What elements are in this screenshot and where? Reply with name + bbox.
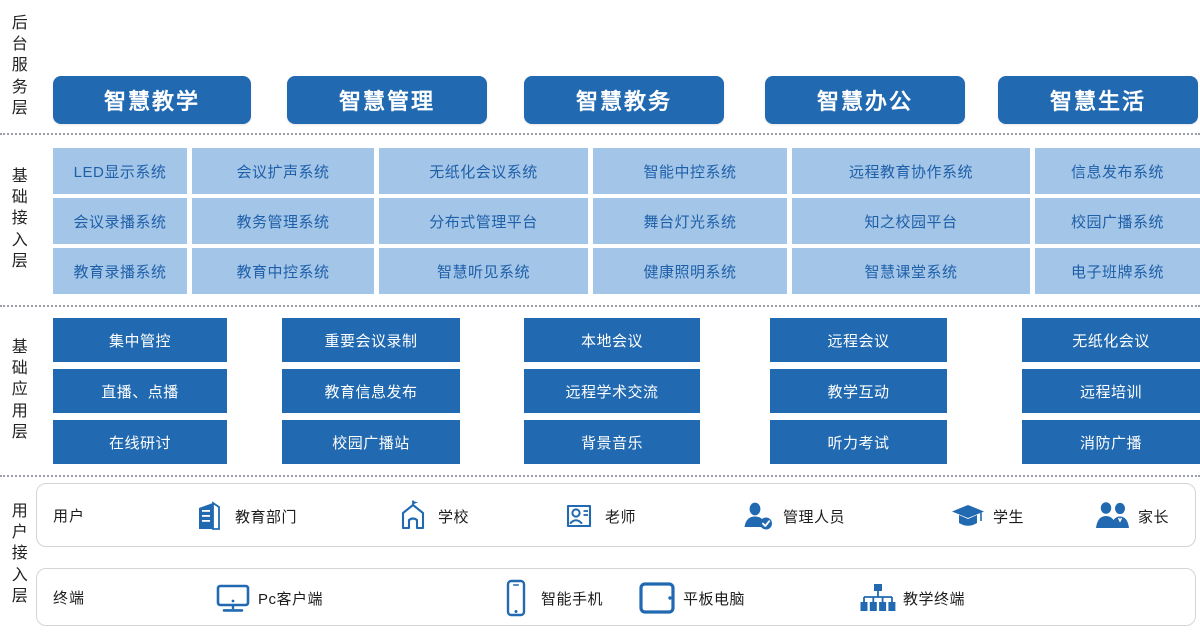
user-item[interactable]: 老师 — [559, 494, 636, 538]
basic-access-cell[interactable]: 知之校园平台 — [792, 198, 1030, 244]
basic-access-cell[interactable]: 舞台灯光系统 — [593, 198, 787, 244]
terminal-item-label: 平板电脑 — [683, 590, 746, 608]
admin-person-icon — [737, 496, 779, 536]
user-item[interactable]: 学生 — [947, 494, 1024, 538]
layer-label-char: 基 — [11, 168, 29, 186]
layer-label-char: 服 — [11, 57, 29, 75]
smartphone-icon — [495, 578, 537, 618]
backend-service-pill[interactable]: 智慧教学 — [53, 76, 251, 124]
users-panel: 用户 教育部门 学校 老师 管理人员 学生 家长 — [36, 483, 1196, 547]
building-icon — [189, 496, 231, 536]
basic-application-cell[interactable]: 在线研讨 — [53, 420, 227, 464]
user-item-label: 老师 — [605, 508, 637, 526]
basic-application-cell[interactable]: 听力考试 — [770, 420, 947, 464]
parents-icon — [1092, 496, 1134, 536]
terminal-item-label: Pc客户端 — [258, 590, 324, 608]
user-item-label: 管理人员 — [783, 508, 846, 526]
user-item[interactable]: 教育部门 — [189, 494, 297, 538]
layer-label-char: 应 — [11, 381, 29, 399]
layer-label-char: 用 — [11, 402, 29, 420]
basic-access-cell[interactable]: 校园广播系统 — [1035, 198, 1200, 244]
basic-access-cell[interactable]: 健康照明系统 — [593, 248, 787, 294]
user-item[interactable]: 家长 — [1092, 494, 1169, 538]
layer-label-char: 接 — [11, 210, 29, 228]
users-panel-title: 用户 — [53, 507, 86, 525]
basic-access-cell[interactable]: 教务管理系统 — [192, 198, 374, 244]
layer-label-basic-access: 基础接入层 — [0, 134, 40, 304]
basic-access-cell[interactable]: 智慧课堂系统 — [792, 248, 1030, 294]
layer-label-char: 户 — [11, 524, 29, 542]
user-item-label: 教育部门 — [235, 508, 298, 526]
desktop-monitor-icon — [212, 578, 254, 618]
layer-label-user-access: 用户接入层 — [0, 476, 40, 632]
basic-access-cell[interactable]: 无纸化会议系统 — [379, 148, 588, 194]
basic-application-cell[interactable]: 远程学术交流 — [524, 369, 700, 413]
terminal-item[interactable]: 平板电脑 — [637, 576, 745, 620]
terminal-item[interactable]: 智能手机 — [495, 576, 603, 620]
divider-application-user — [0, 475, 1200, 477]
terminal-item-label: 智能手机 — [541, 590, 604, 608]
basic-application-cell[interactable]: 直播、点播 — [53, 369, 227, 413]
user-item-label: 学生 — [993, 508, 1025, 526]
backend-service-pill[interactable]: 智慧教务 — [524, 76, 724, 124]
terminal-item-label: 教学终端 — [903, 590, 966, 608]
basic-application-cell[interactable]: 教学互动 — [770, 369, 947, 413]
basic-application-cell[interactable]: 消防广播 — [1022, 420, 1200, 464]
basic-application-cell[interactable]: 远程会议 — [770, 318, 947, 362]
basic-access-cell[interactable]: 电子班牌系统 — [1035, 248, 1200, 294]
terminals-panel: 终端 Pc客户端 智能手机 平板电脑 教学终端 — [36, 568, 1196, 626]
layer-label-char: 础 — [11, 360, 29, 378]
layer-label-char: 用 — [11, 503, 29, 521]
basic-access-cell[interactable]: 智慧听见系统 — [379, 248, 588, 294]
layer-label-char: 入 — [11, 566, 29, 584]
basic-application-cell[interactable]: 集中管控 — [53, 318, 227, 362]
basic-access-cell[interactable]: 远程教育协作系统 — [792, 148, 1030, 194]
layer-label-char: 后 — [11, 15, 29, 33]
backend-service-row: 智慧教学 智慧管理 智慧教务 智慧办公 智慧生活 — [0, 76, 1200, 124]
graduation-cap-icon — [947, 496, 989, 536]
basic-application-cell[interactable]: 本地会议 — [524, 318, 700, 362]
backend-service-pill[interactable]: 智慧生活 — [998, 76, 1198, 124]
school-icon — [392, 496, 434, 536]
layer-label-char: 基 — [11, 339, 29, 357]
layer-label-basic-application: 基础应用层 — [0, 306, 40, 474]
user-item-label: 家长 — [1138, 508, 1170, 526]
backend-service-pill[interactable]: 智慧办公 — [765, 76, 965, 124]
layer-label-char: 层 — [11, 252, 29, 270]
basic-application-cell[interactable]: 远程培训 — [1022, 369, 1200, 413]
basic-access-cell[interactable]: 智能中控系统 — [593, 148, 787, 194]
network-terminal-icon — [857, 578, 899, 618]
basic-application-cell[interactable]: 重要会议录制 — [282, 318, 460, 362]
basic-application-cell[interactable]: 校园广播站 — [282, 420, 460, 464]
terminal-item[interactable]: 教学终端 — [857, 576, 965, 620]
basic-access-cell[interactable]: LED显示系统 — [53, 148, 187, 194]
basic-application-cell[interactable]: 无纸化会议 — [1022, 318, 1200, 362]
basic-access-cell[interactable]: 教育中控系统 — [192, 248, 374, 294]
user-item-label: 学校 — [438, 508, 470, 526]
divider-access-application — [0, 305, 1200, 307]
teacher-card-icon — [559, 496, 601, 536]
layer-label-char: 台 — [11, 36, 29, 54]
divider-backend-access — [0, 133, 1200, 135]
basic-access-cell[interactable]: 信息发布系统 — [1035, 148, 1200, 194]
layer-label-char: 础 — [11, 189, 29, 207]
basic-application-cell[interactable]: 背景音乐 — [524, 420, 700, 464]
layer-label-char: 入 — [11, 231, 29, 249]
terminal-item[interactable]: Pc客户端 — [212, 576, 323, 620]
layer-label-char: 层 — [11, 423, 29, 441]
terminals-panel-title: 终端 — [53, 589, 86, 607]
basic-access-cell[interactable]: 会议录播系统 — [53, 198, 187, 244]
tablet-icon — [637, 578, 679, 618]
layer-label-char: 层 — [11, 587, 29, 605]
basic-access-cell[interactable]: 教育录播系统 — [53, 248, 187, 294]
basic-access-cell[interactable]: 分布式管理平台 — [379, 198, 588, 244]
architecture-diagram: 后台服务层 基础接入层 基础应用层 用户接入层 智慧教学 智慧管理 智慧教务 智慧办公… — [0, 0, 1200, 632]
user-item[interactable]: 管理人员 — [737, 494, 845, 538]
user-item[interactable]: 学校 — [392, 494, 469, 538]
backend-service-pill[interactable]: 智慧管理 — [287, 76, 487, 124]
layer-label-char: 接 — [11, 545, 29, 563]
basic-access-cell[interactable]: 会议扩声系统 — [192, 148, 374, 194]
basic-application-cell[interactable]: 教育信息发布 — [282, 369, 460, 413]
